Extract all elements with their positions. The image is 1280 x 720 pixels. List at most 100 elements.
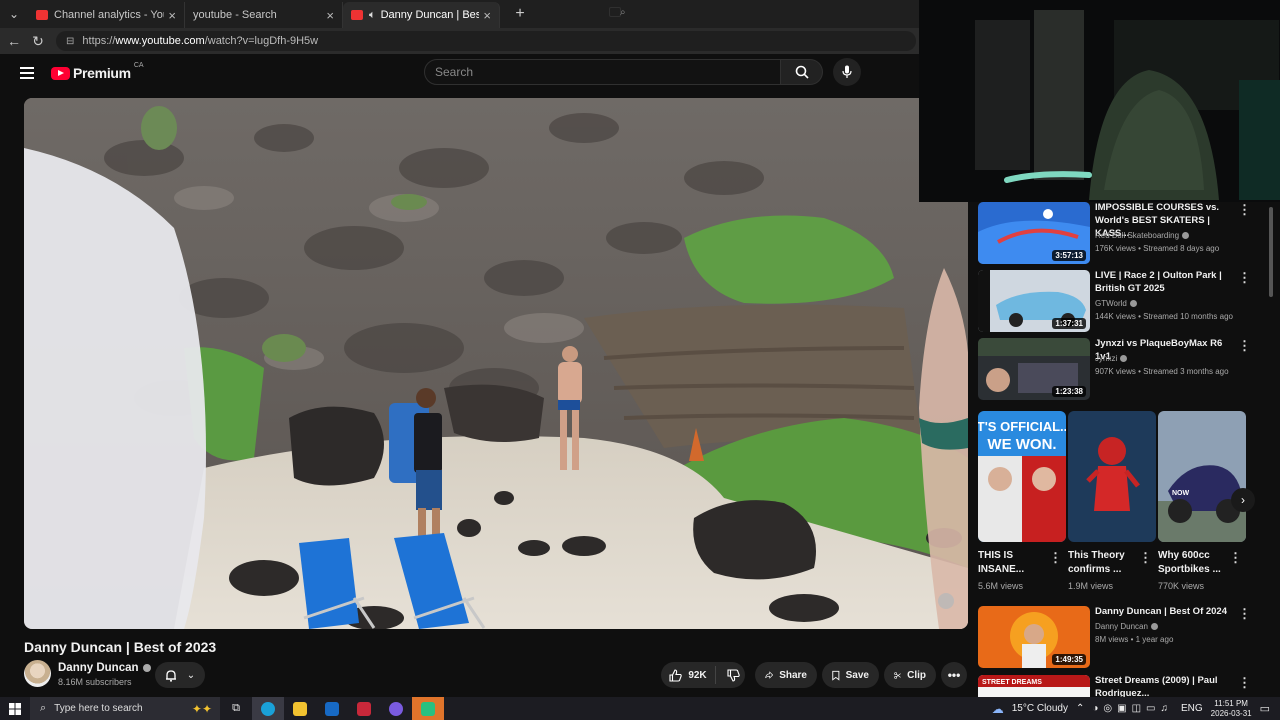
url-field[interactable]: ⊟ https://www.youtube.com/watch?v=lugDfh… bbox=[56, 31, 916, 51]
recommendation-item[interactable]: 1:23:38 Jynxzi vs PlaqueBoyMax R6 1v1 Jy… bbox=[978, 338, 1268, 400]
recommendation-channel[interactable]: Jynxzi bbox=[1095, 354, 1128, 363]
short-thumbnail[interactable]: NOW bbox=[1158, 411, 1246, 542]
site-info-icon[interactable]: ⊟ bbox=[66, 36, 74, 47]
tab-channel-analytics[interactable]: Channel analytics - YouTube Studio × bbox=[28, 2, 185, 28]
speaker-icon[interactable]: 🔈︎ bbox=[369, 9, 376, 22]
tab-list-dropdown-icon[interactable]: ⌄ bbox=[3, 3, 25, 25]
recommendations-sidebar: 3:57:13 IMPOSSIBLE COURSES vs. World's B… bbox=[978, 202, 1268, 697]
video-thumbnail[interactable]: 3:57:13 bbox=[978, 202, 1090, 264]
recommendation-channel[interactable]: Danny Duncan bbox=[1095, 622, 1158, 631]
more-vertical-icon[interactable]: ⋮ bbox=[1238, 338, 1251, 354]
bookmark-icon bbox=[832, 670, 840, 681]
short-thumbnail[interactable] bbox=[1068, 411, 1156, 542]
more-vertical-icon[interactable]: ⋮ bbox=[1238, 606, 1251, 622]
search-button[interactable] bbox=[781, 59, 823, 85]
more-vertical-icon[interactable]: ⋮ bbox=[1238, 270, 1251, 286]
more-vertical-icon[interactable]: ⋮ bbox=[1139, 550, 1152, 566]
more-vertical-icon[interactable]: ⋮ bbox=[1238, 675, 1251, 691]
sidebar-scrollbar[interactable] bbox=[1269, 207, 1273, 297]
short-thumbnail[interactable]: IT'S OFFICIAL... WE WON. bbox=[978, 411, 1066, 542]
voice-search-button[interactable] bbox=[833, 58, 861, 86]
clock-time: 11:51 PM bbox=[1214, 698, 1248, 708]
close-tab-icon[interactable]: × bbox=[326, 8, 334, 23]
recommendation-channel[interactable]: Red Bull Skateboarding bbox=[1095, 231, 1190, 240]
search-input[interactable]: Search bbox=[424, 59, 781, 85]
short-item[interactable]: This Theory confirms ... ⋮ 1.9M views bbox=[1068, 411, 1156, 591]
edge-browser-icon[interactable] bbox=[252, 697, 284, 720]
channel-watermark-icon[interactable] bbox=[938, 593, 954, 609]
shorts-next-button[interactable]: › bbox=[1231, 488, 1255, 512]
notifications-icon[interactable]: ▭ bbox=[1260, 702, 1270, 715]
system-tray: ☁ 15°C Cloudy ⌃ ◑◎▣◫▭♫ ENG 11:51 PM 2026… bbox=[992, 697, 1280, 720]
recommendation-title[interactable]: Street Dreams (2009) | Paul Rodriguez... bbox=[1095, 674, 1235, 697]
recommendation-item[interactable]: 3:57:13 IMPOSSIBLE COURSES vs. World's B… bbox=[978, 202, 1268, 264]
start-button[interactable] bbox=[0, 702, 30, 715]
verified-badge-icon bbox=[1120, 355, 1128, 363]
short-title[interactable]: This Theory confirms ... bbox=[1068, 549, 1140, 577]
search-placeholder: Search bbox=[435, 65, 474, 79]
more-vertical-icon[interactable]: ⋮ bbox=[1238, 202, 1251, 218]
short-views: 5.6M views bbox=[978, 581, 1024, 591]
recommendation-item[interactable]: 1:37:31 LIVE | Race 2 | Oulton Park | Br… bbox=[978, 270, 1268, 332]
more-vertical-icon[interactable]: ⋮ bbox=[1049, 550, 1062, 566]
video-player[interactable] bbox=[24, 98, 968, 629]
short-title[interactable]: THIS IS INSANE... bbox=[978, 549, 1050, 577]
back-icon[interactable]: ← bbox=[2, 33, 26, 49]
tab-danny-duncan[interactable]: 🔈︎ Danny Duncan | Best of 2023 × bbox=[343, 2, 500, 28]
short-title[interactable]: Why 600cc Sportbikes ... bbox=[1158, 549, 1230, 577]
notification-bell-button[interactable]: ⌄ bbox=[155, 662, 205, 688]
chevron-up-icon[interactable]: ⌃ bbox=[1076, 703, 1084, 714]
language-indicator[interactable]: ENG bbox=[1181, 703, 1203, 714]
tab-title: Danny Duncan | Best of 2023 bbox=[380, 9, 480, 21]
close-tab-icon[interactable]: × bbox=[483, 8, 491, 23]
recommendation-channel[interactable]: GTWorld bbox=[1095, 299, 1137, 308]
channel-avatar[interactable] bbox=[24, 660, 51, 687]
menu-icon[interactable] bbox=[20, 67, 34, 79]
short-item[interactable]: NOW Why 600cc Sportbikes ... ⋮ 770K view… bbox=[1158, 411, 1246, 591]
youtube-premium-logo[interactable]: Premium CA bbox=[51, 62, 144, 81]
recommendation-item[interactable]: 1:49:35 Danny Duncan | Best Of 2024 Dann… bbox=[978, 606, 1268, 668]
recommendation-title[interactable]: Danny Duncan | Best Of 2024 bbox=[1095, 605, 1235, 618]
shorts-shelf: IT'S OFFICIAL... WE WON. THIS IS INSANE.… bbox=[978, 411, 1268, 601]
taskbar-search-placeholder: Type here to search bbox=[54, 703, 143, 714]
tab-youtube-search[interactable]: ⌕ youtube - Search × bbox=[185, 2, 626, 28]
tab-title: Channel analytics - YouTube Studio bbox=[54, 9, 164, 21]
task-view-icon[interactable]: ⧉ bbox=[220, 697, 252, 720]
like-count: 92K bbox=[688, 669, 707, 681]
clock[interactable]: 11:51 PM 2026-03-31 bbox=[1211, 699, 1252, 719]
more-actions-button[interactable]: ••• bbox=[941, 662, 967, 688]
refresh-icon[interactable]: ↻ bbox=[26, 33, 50, 50]
save-label: Save bbox=[845, 669, 869, 681]
search-icon: ⌕ bbox=[40, 702, 47, 714]
recommendation-title[interactable]: LIVE | Race 2 | Oulton Park | British GT… bbox=[1095, 269, 1235, 295]
recommendation-item[interactable]: STREET DREAMS Street Dreams (2009) | Pau… bbox=[978, 675, 1268, 697]
new-tab-icon[interactable]: + bbox=[508, 5, 532, 23]
scissors-icon bbox=[894, 671, 901, 679]
gift-app-icon[interactable] bbox=[348, 697, 380, 720]
webcam-overlay bbox=[919, 0, 1280, 202]
taskbar-search-input[interactable]: ⌕ Type here to search ✦✦ bbox=[30, 697, 220, 720]
short-item[interactable]: IT'S OFFICIAL... WE WON. THIS IS INSANE.… bbox=[978, 411, 1066, 591]
weather-text[interactable]: 15°C Cloudy bbox=[1012, 703, 1068, 714]
file-explorer-icon[interactable] bbox=[284, 697, 316, 720]
video-thumbnail[interactable]: STREET DREAMS bbox=[978, 675, 1090, 697]
save-button[interactable]: Save bbox=[822, 662, 879, 688]
video-thumbnail[interactable]: 1:23:38 bbox=[978, 338, 1090, 400]
tray-icons[interactable]: ◑◎▣◫▭♫ bbox=[1092, 703, 1173, 714]
outlook-icon[interactable] bbox=[316, 697, 348, 720]
share-button[interactable]: Share bbox=[755, 662, 817, 688]
address-bar-row: ← ↻ ⊟ https://www.youtube.com/watch?v=lu… bbox=[0, 28, 920, 54]
dislike-button[interactable] bbox=[722, 668, 745, 682]
browser-tab-strip: ⌄ Channel analytics - YouTube Studio × ⌕… bbox=[0, 0, 920, 28]
more-vertical-icon[interactable]: ⋮ bbox=[1229, 550, 1242, 566]
like-button[interactable]: 92K bbox=[661, 666, 716, 684]
video-thumbnail[interactable]: 1:49:35 bbox=[978, 606, 1090, 668]
discord-icon[interactable] bbox=[380, 697, 412, 720]
video-thumbnail[interactable]: 1:37:31 bbox=[978, 270, 1090, 332]
thumbs-down-icon bbox=[727, 668, 740, 682]
close-tab-icon[interactable]: × bbox=[168, 8, 176, 23]
channel-name[interactable]: Danny Duncan bbox=[58, 662, 151, 674]
verified-badge-icon bbox=[1182, 232, 1190, 240]
app-icon[interactable] bbox=[412, 697, 444, 720]
clip-button[interactable]: Clip bbox=[884, 662, 936, 688]
